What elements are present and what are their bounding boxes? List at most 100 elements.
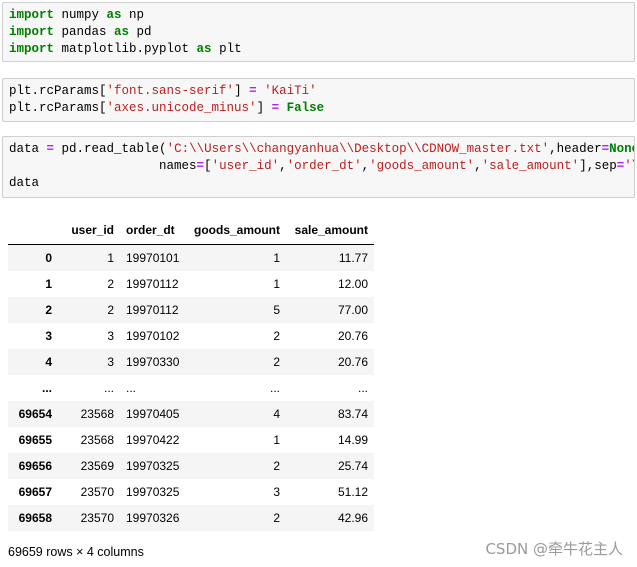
code-token: ] [256, 101, 272, 115]
table-cell: 2 [273, 459, 280, 473]
table-row: ............... [8, 375, 374, 401]
code-token: 'sale_amount' [481, 159, 580, 173]
table-cell: 11.77 [338, 251, 368, 265]
dataframe-shape-text: 69659 rows × 4 columns [8, 545, 144, 559]
code-token: = [249, 84, 257, 98]
code-token: pd [129, 25, 152, 39]
table-cell: 19970422 [126, 433, 180, 447]
table-cell: 23570 [80, 485, 114, 499]
code-token: 'axes.unicode_minus' [106, 101, 257, 115]
code-token: plt [211, 42, 242, 56]
table-cell: 19970112 [126, 303, 179, 317]
code-token: data [9, 142, 47, 156]
code-line: import matplotlib.pyplot as plt [9, 41, 628, 58]
table-row: 2 2 19970112 5 77.00 [8, 297, 374, 323]
code-token: import [9, 8, 55, 22]
column-header: sale_amount [286, 216, 374, 245]
table-cell: 19970102 [126, 329, 180, 343]
code-cell-imports[interactable]: import numpy as np import pandas as pd imp… [2, 2, 635, 62]
code-line: plt.rcParams['axes.unicode_minus'] = Fal… [9, 100, 628, 117]
code-token: = [196, 159, 205, 173]
table-cell: 12.00 [337, 277, 368, 291]
code-token: 'KaiTi' [264, 84, 317, 98]
code-token: 'user_id' [211, 159, 280, 173]
row-index: 69657 [18, 485, 52, 499]
code-line: names=['user_id','order_dt','goods_amoun… [9, 158, 634, 175]
table-cell: 2 [273, 355, 280, 369]
table-cell: 5 [273, 303, 280, 317]
code-token: 'C:\\Users\\changyanhua\\Desktop\\CDNOW_… [166, 142, 550, 156]
code-line: import numpy as np [9, 7, 628, 24]
table-header-row: user_id order_dt goods_amount sale_amount [8, 216, 374, 245]
table-row: 1 2 19970112 1 12.00 [8, 271, 374, 297]
table-cell: 14.99 [337, 433, 368, 447]
code-token: None [609, 142, 634, 156]
code-cell-rcparams[interactable]: plt.rcParams['font.sans-serif'] = 'KaiTi… [2, 78, 635, 122]
code-token: as [196, 42, 212, 56]
table-cell: 1 [273, 277, 280, 291]
column-header: order_dt [120, 216, 188, 245]
table-cell: 19970405 [126, 407, 180, 421]
code-token: , [474, 159, 482, 173]
table-row: 3 3 19970102 2 20.76 [8, 323, 374, 349]
table-cell: ... [357, 381, 368, 395]
table-cell: 51.12 [337, 485, 368, 499]
column-header: goods_amount [188, 216, 286, 245]
row-index: 69654 [18, 407, 52, 421]
code-token: np [121, 8, 145, 22]
table-cell: 1 [273, 433, 280, 447]
row-index: 3 [45, 329, 52, 343]
table-cell: 83.74 [337, 407, 368, 421]
column-header: user_id [58, 216, 120, 245]
table-cell: 2 [273, 511, 280, 525]
table-cell: 19970325 [126, 485, 180, 499]
table-row: 0 1 19970101 1 11.77 [8, 244, 374, 271]
table-cell: ... [126, 381, 137, 395]
table-row: 69658 23570 19970326 2 42.96 [8, 505, 374, 531]
code-token: as [114, 25, 130, 39]
table-cell: 1 [273, 251, 280, 265]
code-token: data [9, 176, 40, 190]
code-token: = [46, 142, 55, 156]
table-cell: ... [103, 381, 114, 395]
code-token: ,header [549, 142, 602, 156]
code-line: plt.rcParams['font.sans-serif'] = 'KaiTi… [9, 83, 628, 100]
code-token: numpy [54, 8, 107, 22]
table-cell: 2 [107, 303, 114, 317]
table-cell: 19970326 [126, 511, 180, 525]
code-token: '\s+' [624, 159, 634, 173]
code-token: False [286, 101, 325, 115]
table-row: 69656 23569 19970325 2 25.74 [8, 453, 374, 479]
code-token: ] [234, 84, 250, 98]
table-cell: 4 [273, 407, 280, 421]
table-cell: 3 [107, 329, 114, 343]
table-body: 0 1 19970101 1 11.77 1 2 19970112 1 12.00 2 2 199701… [8, 244, 374, 531]
code-token: matplotlib.pyplot [54, 42, 197, 56]
row-index: 69655 [18, 433, 52, 447]
table-cell: 2 [273, 329, 280, 343]
table-cell: 42.96 [337, 511, 368, 525]
table-cell: 77.00 [337, 303, 368, 317]
code-line: data [9, 175, 628, 192]
table-cell: 20.76 [337, 355, 368, 369]
code-token: pd.read_table( [54, 142, 167, 156]
row-index: 2 [45, 303, 52, 317]
table-cell: 3 [107, 355, 114, 369]
row-index: 69656 [18, 459, 52, 473]
code-token: , [361, 159, 370, 173]
table-cell: 23570 [80, 511, 114, 525]
table-row: 4 3 19970330 2 20.76 [8, 349, 374, 375]
code-cell-read-table[interactable]: data = pd.read_table('C:\\Users\\changya… [2, 136, 635, 198]
table-row: 69654 23568 19970405 4 83.74 [8, 401, 374, 427]
code-token: 'order_dt' [286, 159, 362, 173]
table-cell: 23568 [80, 433, 114, 447]
table-cell: ... [269, 381, 280, 395]
code-token: plt.rcParams[ [9, 101, 107, 115]
code-token: = [271, 101, 280, 115]
table-row: 69657 23570 19970325 3 51.12 [8, 479, 374, 505]
row-index: 4 [45, 355, 52, 369]
table-cell: 19970101 [126, 251, 180, 265]
code-token: import [9, 25, 55, 39]
